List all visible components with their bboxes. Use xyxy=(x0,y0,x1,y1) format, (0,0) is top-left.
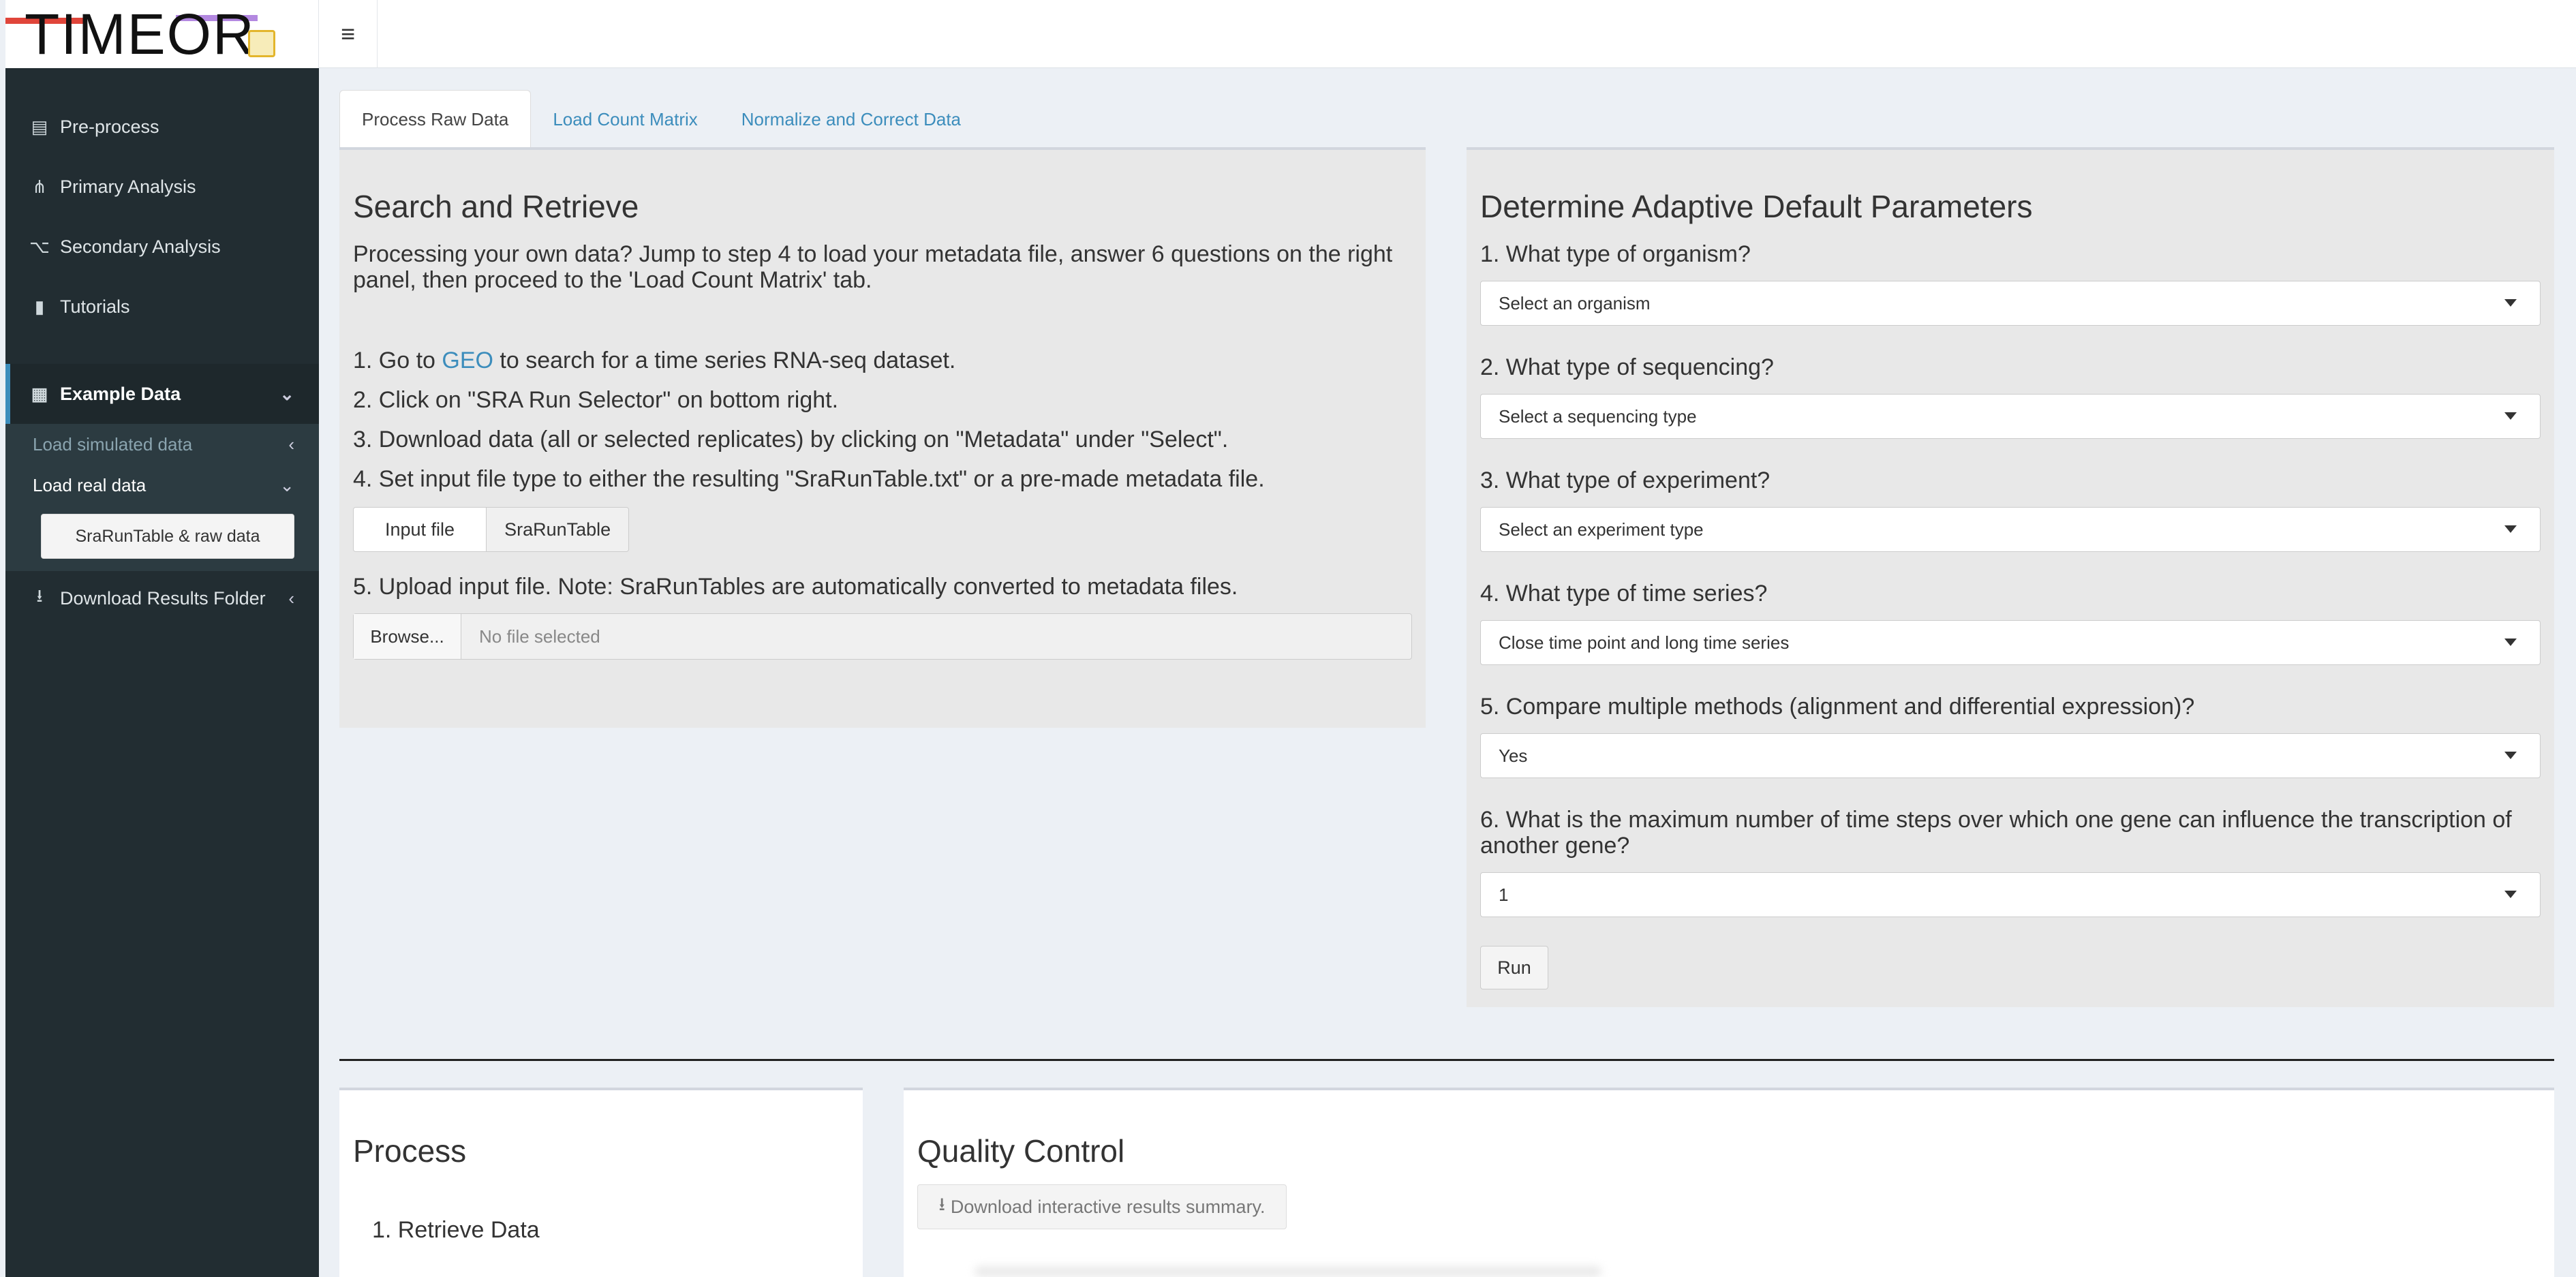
sidebar-sub-load-real[interactable]: Load real data ⌄ xyxy=(5,465,319,506)
sidebar-sub-label: Load real data xyxy=(33,474,147,495)
top-navbar: ≡ xyxy=(319,0,2576,68)
step-3: 3. Download data (all or selected replic… xyxy=(353,427,1229,452)
sidebar-item-download-results[interactable]: ⭳ Download Results Folder ‹ xyxy=(5,568,319,628)
sidebar-item-pre-process[interactable]: ▤ Pre-process xyxy=(5,97,319,157)
question-experiment: 3. What type of experiment? xyxy=(1480,467,1770,493)
chevron-left-icon: ‹ xyxy=(288,587,294,609)
process-panel xyxy=(339,1088,863,1277)
sidebar: ▤ Pre-process ⋔ Primary Analysis ⌥ Secon… xyxy=(5,68,319,1277)
logo-text: TIMEOR xyxy=(25,2,256,66)
sitemap-icon: ⋔ xyxy=(32,176,47,197)
time-series-select[interactable]: Close time point and long time series xyxy=(1480,620,2541,665)
tab-bar: Process Raw Data Load Count Matrix Norma… xyxy=(339,90,983,149)
question-time-steps: 6. What is the maximum number of time st… xyxy=(1480,807,2512,859)
compare-methods-select[interactable]: Yes xyxy=(1480,733,2541,778)
hamburger-icon[interactable]: ≡ xyxy=(319,0,378,68)
sidebar-item-secondary-analysis[interactable]: ⌥ Secondary Analysis xyxy=(5,217,319,277)
table-icon: ▦ xyxy=(31,383,48,404)
organism-select[interactable]: Select an organism xyxy=(1480,281,2541,326)
logo[interactable]: TIMEOR xyxy=(5,0,319,68)
step-5: 5. Upload input file. Note: SraRunTables… xyxy=(353,574,1238,600)
caret-down-icon xyxy=(2504,891,2517,898)
step-1: 1. Go to GEO to search for a time series… xyxy=(353,348,1416,373)
sidebar-item-label: Download Results Folder xyxy=(60,587,266,609)
geo-link[interactable]: GEO xyxy=(442,348,493,373)
sequencing-select-value: Select a sequencing type xyxy=(1499,405,1697,427)
logo-mark-icon xyxy=(248,30,275,57)
question-time-series: 4. What type of time series? xyxy=(1480,581,1768,606)
experiment-select-value: Select an experiment type xyxy=(1499,519,1704,540)
step-1-pre: 1. Go to xyxy=(353,348,442,373)
chevron-left-icon: ‹ xyxy=(288,433,294,455)
sidebar-item-label: Example Data xyxy=(60,383,181,404)
tab-process-raw-data[interactable]: Process Raw Data xyxy=(339,90,532,149)
process-title: Process xyxy=(353,1133,467,1169)
input-file-option[interactable]: Input file xyxy=(354,508,487,551)
input-type-toggle: Input file SraRunTable xyxy=(353,507,630,552)
caret-down-icon xyxy=(2504,412,2517,420)
app-root: { "header": { "logo_text": "TIMEOR", "me… xyxy=(0,0,2576,1277)
sraruntable-option[interactable]: SraRunTable xyxy=(486,508,629,551)
file-upload: Browse... No file selected xyxy=(353,613,1412,660)
download-summary-label: Download interactive results summary. xyxy=(950,1196,1266,1217)
search-retrieve-title: Search and Retrieve xyxy=(353,189,639,224)
book-icon: ▮ xyxy=(34,296,45,317)
step-4: 4. Set input file type to either the res… xyxy=(353,466,1265,492)
intro-text: Processing your own data? Jump to step 4… xyxy=(353,241,1393,293)
project-diagram-icon: ⌥ xyxy=(29,236,50,257)
sequencing-select[interactable]: Select a sequencing type xyxy=(1480,394,2541,439)
step-1-post: to search for a time series RNA-seq data… xyxy=(493,348,956,373)
sidebar-item-example-data[interactable]: ▦ Example Data ⌄ xyxy=(5,364,319,424)
sidebar-item-label: Secondary Analysis xyxy=(60,236,221,257)
retrieve-data-item: 1. Retrieve Data xyxy=(372,1217,540,1243)
tab-load-count-matrix[interactable]: Load Count Matrix xyxy=(531,90,719,149)
bar-chart-icon: ▤ xyxy=(31,116,48,137)
browse-button[interactable]: Browse... xyxy=(354,614,461,659)
sraruntable-raw-data-button[interactable]: SraRunTable & raw data xyxy=(41,514,294,559)
section-divider xyxy=(339,1059,2554,1061)
step-2: 2. Click on "SRA Run Selector" on bottom… xyxy=(353,387,839,413)
download-summary-button[interactable]: ⭳ Download interactive results summary. xyxy=(917,1184,1287,1229)
sidebar-item-primary-analysis[interactable]: ⋔ Primary Analysis xyxy=(5,157,319,217)
question-compare-methods: 5. Compare multiple methods (alignment a… xyxy=(1480,694,2195,720)
compare-methods-select-value: Yes xyxy=(1499,745,1528,766)
sidebar-item-label: Pre-process xyxy=(60,116,159,137)
time-steps-select[interactable]: 1 xyxy=(1480,872,2541,917)
download-icon: ⭳ xyxy=(36,585,43,606)
file-name-field[interactable]: No file selected xyxy=(461,614,1411,659)
question-sequencing: 2. What type of sequencing? xyxy=(1480,354,1774,380)
time-steps-select-value: 1 xyxy=(1499,884,1509,905)
experiment-select[interactable]: Select an experiment type xyxy=(1480,507,2541,552)
sidebar-sub-load-simulated[interactable]: Load simulated data ‹ xyxy=(5,424,319,465)
time-series-select-value: Close time point and long time series xyxy=(1499,632,1790,653)
adaptive-params-title: Determine Adaptive Default Parameters xyxy=(1480,189,2033,224)
chevron-down-icon: ⌄ xyxy=(279,383,294,404)
sidebar-item-tutorials[interactable]: ▮ Tutorials xyxy=(5,277,319,337)
sidebar-sub-label: Load simulated data xyxy=(33,433,193,455)
sidebar-item-label: Tutorials xyxy=(60,296,130,317)
quality-control-panel xyxy=(904,1088,2554,1277)
caret-down-icon xyxy=(2504,525,2517,533)
tab-normalize-correct[interactable]: Normalize and Correct Data xyxy=(720,90,983,149)
caret-down-icon xyxy=(2504,299,2517,307)
chevron-down-icon: ⌄ xyxy=(279,474,294,495)
download-icon: ⭳ xyxy=(938,1194,945,1214)
sidebar-item-label: Primary Analysis xyxy=(60,176,196,197)
caret-down-icon xyxy=(2504,638,2517,646)
quality-control-title: Quality Control xyxy=(917,1133,1125,1169)
organism-select-value: Select an organism xyxy=(1499,292,1651,313)
run-button[interactable]: Run xyxy=(1480,946,1548,989)
caret-down-icon xyxy=(2504,752,2517,759)
question-organism: 1. What type of organism? xyxy=(1480,241,1751,267)
loading-shadow xyxy=(975,1266,1601,1277)
